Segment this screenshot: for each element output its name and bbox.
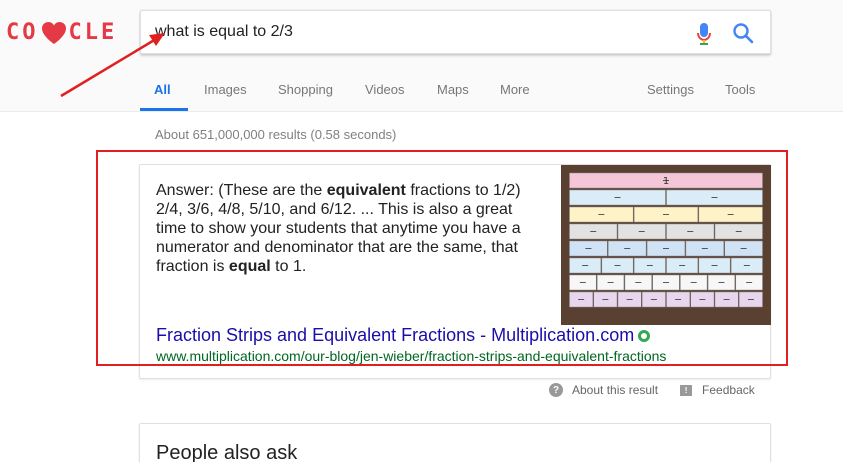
people-also-ask-panel: People also ask [139,423,771,462]
svg-text:1: 1 [663,176,669,187]
tab-settings[interactable]: Settings [647,82,694,97]
search-tabs: All Images Shopping Videos Maps More Set… [140,74,843,112]
verified-dot-icon [638,330,651,343]
microphone-icon[interactable] [696,22,712,46]
question-icon: ? [549,383,563,397]
tab-maps[interactable]: Maps [437,82,469,97]
red-arrow-annotation [60,33,165,98]
search-icon[interactable] [732,22,754,44]
result-footer: ? About this result ! Feedback [549,383,755,397]
active-tab-indicator [140,108,188,111]
result-url: www.multiplication.com/our-blog/jen-wieb… [156,348,667,364]
fraction-strips-graphic: 1 [569,172,763,308]
tab-more[interactable]: More [500,82,530,97]
about-this-result[interactable]: ? About this result [549,383,658,397]
result-stats: About 651,000,000 results (0.58 seconds) [155,127,397,142]
feedback-icon: ! [680,384,693,396]
feedback-link[interactable]: ! Feedback [680,383,755,397]
search-box[interactable]: what is equal to 2/3 [140,10,771,54]
tab-images[interactable]: Images [204,82,247,97]
featured-snippet: Answer: (These are the equivalent fracti… [139,164,771,379]
fraction-strips-image[interactable]: 1 [561,165,771,325]
snippet-text: Answer: (These are the equivalent fracti… [156,182,521,275]
people-also-ask-title: People also ask [156,442,298,462]
result-title-link[interactable]: Fraction Strips and Equivalent Fractions… [156,325,651,346]
search-input[interactable]: what is equal to 2/3 [155,23,293,41]
logo-text-left: CO [6,20,39,45]
tab-tools[interactable]: Tools [725,82,755,97]
tab-videos[interactable]: Videos [365,82,405,97]
tab-shopping[interactable]: Shopping [278,82,333,97]
